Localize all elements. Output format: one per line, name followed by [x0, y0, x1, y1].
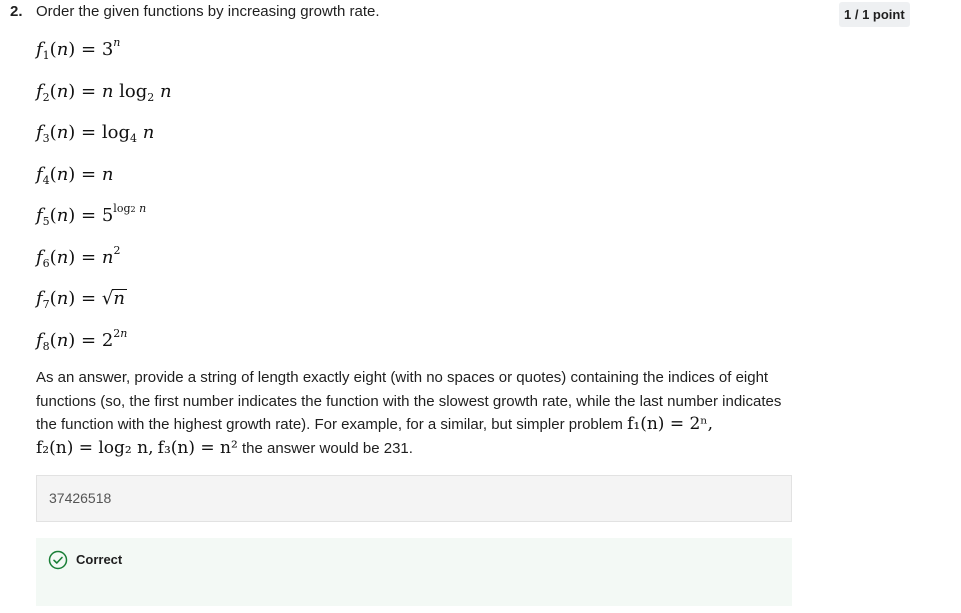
- function-8: f8(n) = 22n: [36, 326, 128, 353]
- function-1: f1(n) = 3n: [36, 36, 121, 62]
- feedback-label: Correct: [76, 552, 123, 567]
- feedback-panel: Correct: [36, 538, 792, 606]
- instructions-tail: the answer would be 231.: [241, 439, 413, 457]
- question-number: 2.: [10, 3, 23, 20]
- function-6: f6(n) = n2: [36, 243, 121, 270]
- instructions: As an answer, provide a string of length…: [36, 366, 806, 460]
- function-2: f2(n) = n log2 n: [36, 80, 172, 104]
- function-5: f5(n) = 5log2 n: [36, 202, 147, 228]
- function-list: f1(n) = 3n f2(n) = n log2 n f3(n) = log4…: [36, 36, 172, 368]
- function-3: f3(n) = log4 n: [36, 122, 155, 145]
- function-4: f4(n) = n: [36, 163, 114, 187]
- answer-field[interactable]: 37426518: [36, 475, 792, 522]
- example-f3: f₃(n) = n²: [157, 437, 238, 458]
- question-prompt: Order the given functions by increasing …: [36, 3, 380, 20]
- points-badge: 1 / 1 point: [839, 2, 910, 27]
- function-7: f7(n) = √n: [36, 288, 127, 311]
- example-f2: f₂(n) = log₂ n,: [36, 437, 154, 458]
- example-f1: f₁(n) = 2ⁿ,: [627, 414, 714, 434]
- check-circle-icon: [48, 550, 68, 570]
